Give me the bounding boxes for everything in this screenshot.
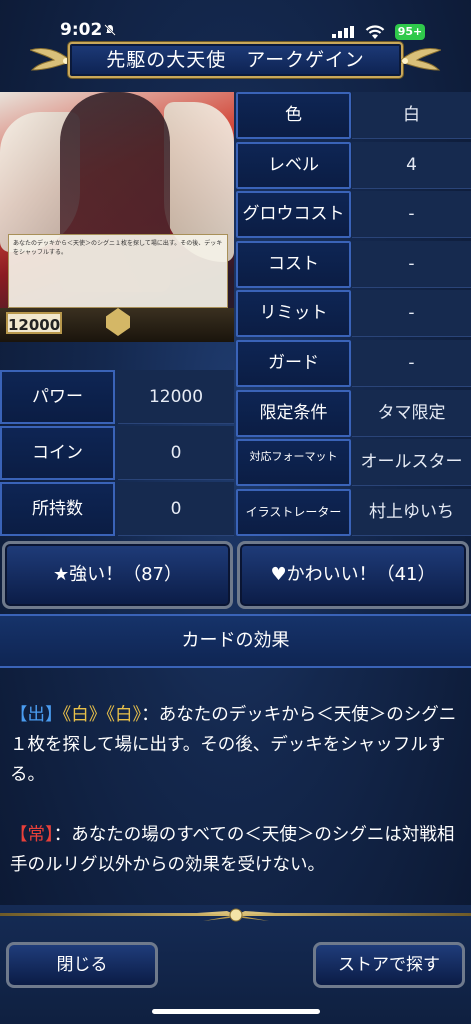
stat-label: 対応フォーマット [236, 439, 351, 487]
stat-value: オールスター [352, 439, 471, 487]
bell-muted-icon [104, 24, 116, 36]
stat-value: 0 [118, 482, 234, 536]
stat-row-coin: コイン 0 [0, 426, 234, 482]
stat-row-guard: ガード - [236, 339, 471, 390]
stat-label: コイン [0, 426, 115, 480]
divider-emblem-icon [197, 908, 275, 922]
stat-value: 村上ゆいち [352, 488, 471, 536]
card-image[interactable]: あなたのデッキから＜天使＞のシグニ１枚を探して場に出す。その後、デッキをシャッフ… [0, 92, 234, 342]
stat-value: 4 [352, 141, 471, 189]
stat-value: - [352, 240, 471, 288]
stat-value: タマ限定 [352, 389, 471, 437]
card-stats-table: 色 白 レベル 4 グロウコスト - コスト - リミット - ガード - 限定… [236, 92, 471, 538]
stat-row-limit: リミット - [236, 290, 471, 340]
owned-stats-table: パワー 12000 コイン 0 所持数 0 [0, 370, 234, 538]
stat-row-restriction: 限定条件 タマ限定 [236, 389, 471, 440]
stat-row-level: レベル 4 [236, 141, 471, 192]
stat-row-grow-cost: グロウコスト - [236, 191, 471, 241]
stat-label: レベル [236, 141, 351, 189]
stat-value: - [352, 290, 471, 338]
card-title: 先駆の大天使 アークゲイン [68, 42, 403, 78]
vote-strong-button[interactable]: ★強い！（87） [2, 541, 233, 609]
stat-label: 限定条件 [236, 389, 351, 437]
home-indicator[interactable] [152, 1009, 320, 1014]
title-banner: 先駆の大天使 アークゲイン [30, 38, 441, 82]
stat-label: 色 [236, 92, 351, 139]
stat-label: リミット [236, 290, 351, 338]
signal-icon [332, 26, 354, 38]
effect-paragraph-enter: 【出】《白》《白》：あなたのデッキから＜天使＞のシグニ１枚を探して場に出す。その… [10, 700, 465, 790]
wing-right-icon [401, 47, 441, 71]
effect-header: カードの効果 [0, 614, 471, 668]
stat-label: 所持数 [0, 482, 115, 536]
effect-constant-text: ：あなたの場のすべての＜天使＞のシグニは対戦相手のルリグ以外からの効果を受けない… [10, 825, 455, 875]
vote-cute-button[interactable]: ♥かわいい！（41） [237, 541, 469, 609]
stat-row-format: 対応フォーマット オールスター [236, 439, 471, 489]
stat-value: 0 [118, 426, 234, 480]
search-store-button[interactable]: ストアで探す [313, 942, 465, 988]
card-power-value: 12000 [6, 312, 62, 334]
stat-row-power: パワー 12000 [0, 370, 234, 426]
stat-row-owned: 所持数 0 [0, 482, 234, 538]
status-time: 9:02 [60, 20, 103, 40]
stat-value: 白 [352, 92, 471, 139]
stat-label: パワー [0, 370, 115, 424]
stat-row-color: 色 白 [236, 92, 471, 142]
effect-text: 【出】《白》《白》：あなたのデッキから＜天使＞のシグニ１枚を探して場に出す。その… [10, 700, 465, 910]
stat-value: 12000 [118, 370, 234, 424]
effect-cost: 《白》《白》 [62, 705, 142, 725]
stat-row-cost: コスト - [236, 240, 471, 291]
stat-label: ガード [236, 339, 351, 387]
effect-tag-constant: 【常】 [10, 825, 54, 845]
effect-tag-enter: 【出】 [10, 705, 63, 725]
status-bar: 9:02 95+ [0, 0, 471, 40]
stat-label: イラストレーター [236, 488, 351, 536]
stat-label: グロウコスト [236, 191, 351, 239]
stat-value: - [352, 339, 471, 387]
stat-value: - [352, 191, 471, 239]
wing-left-icon [30, 47, 70, 71]
close-button[interactable]: 閉じる [6, 942, 158, 988]
stat-label: コスト [236, 240, 351, 288]
card-rules-text: あなたのデッキから＜天使＞のシグニ１枚を探して場に出す。その後、デッキをシャッフ… [8, 234, 228, 308]
effect-paragraph-constant: 【常】：あなたの場のすべての＜天使＞のシグニは対戦相手のルリグ以外からの効果を受… [10, 820, 465, 880]
stat-row-illustrator: イラストレーター 村上ゆいち [236, 488, 471, 539]
